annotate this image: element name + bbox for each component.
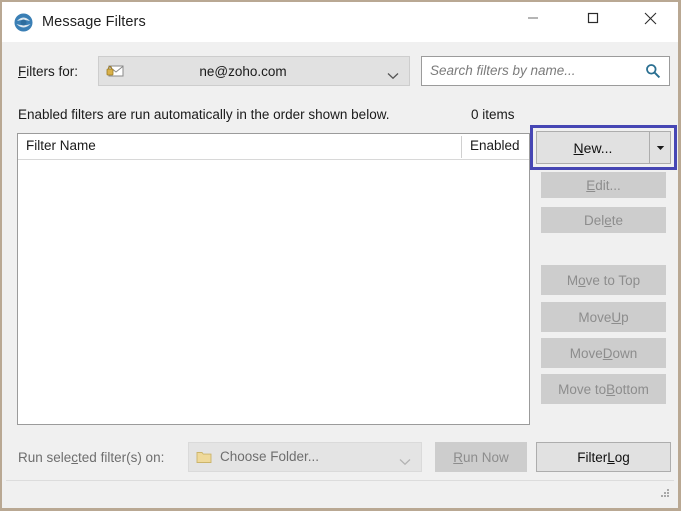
move-to-bottom-accel: B [606, 381, 616, 397]
filter-log-label-a: Filter [577, 449, 608, 465]
new-button[interactable]: New... [536, 131, 649, 164]
resize-grip[interactable] [658, 488, 670, 500]
move-up-accel: U [611, 309, 622, 325]
filters-for-rest: ilters for: [26, 64, 79, 79]
search-placeholder: Search filters by name... [430, 63, 576, 78]
move-to-top-button[interactable]: Mo ve to Top [541, 265, 666, 295]
chevron-down-icon [387, 68, 399, 83]
move-to-bottom-label-b: ottom [615, 381, 649, 397]
run-now-label: un Now [462, 449, 509, 465]
move-up-label-b: p [621, 309, 629, 325]
move-down-button[interactable]: Move Down [541, 338, 666, 368]
edit-button[interactable]: Edit... [541, 172, 666, 198]
folder-icon [196, 450, 212, 464]
close-button[interactable] [627, 2, 673, 34]
window-body: Message Filters Filters for: ne@zoho.com… [2, 2, 678, 508]
window-title: Message Filters [42, 14, 146, 30]
search-filters-input[interactable]: Search filters by name... [421, 56, 670, 86]
bottom-separator [6, 480, 674, 481]
move-down-accel: D [602, 345, 613, 361]
move-to-bottom-label-a: Move to [558, 381, 607, 397]
move-down-label-a: Move [569, 345, 603, 361]
move-to-top-accel: o [578, 272, 586, 288]
run-selected-filters-label: Run selected filter(s) on: [18, 450, 164, 465]
new-split-button[interactable]: New... [536, 131, 671, 164]
filter-log-label-b: og [614, 449, 630, 465]
filter-log-accel: L [607, 449, 615, 465]
choose-folder-select[interactable]: Choose Folder... [188, 442, 422, 472]
maximize-icon [587, 12, 599, 24]
delete-button-label-a: Del [583, 212, 605, 228]
delete-button-accel: e [604, 212, 612, 228]
column-divider [461, 136, 462, 158]
column-header-filter-name[interactable]: Filter Name [26, 138, 96, 153]
delete-button-label-b: te [611, 212, 624, 228]
filters-list-header: Filter Name Enabled [18, 134, 529, 160]
chevron-down-icon [399, 454, 411, 469]
account-select[interactable]: ne@zoho.com [98, 56, 410, 86]
move-up-button[interactable]: Move Up [541, 302, 666, 332]
thunderbird-icon [14, 13, 33, 32]
search-icon[interactable] [645, 63, 661, 82]
move-to-top-label-b: ve to Top [585, 272, 641, 288]
maximize-button[interactable] [570, 2, 616, 34]
filters-for-accel: F [18, 64, 27, 79]
new-button-accel: N [573, 139, 584, 156]
run-label-b: ted filter(s) on: [78, 450, 165, 465]
close-icon [644, 12, 656, 24]
delete-button[interactable]: Del e te [541, 207, 666, 233]
minimize-button[interactable] [510, 2, 556, 34]
move-down-label-b: own [612, 345, 638, 361]
filters-list[interactable]: Filter Name Enabled [17, 133, 530, 425]
run-now-button[interactable]: Run Now [435, 442, 527, 472]
title-bar: Message Filters [2, 2, 678, 42]
choose-folder-value: Choose Folder... [220, 449, 320, 464]
chevron-down-icon [656, 145, 664, 150]
new-button-label: ew... [583, 139, 613, 156]
info-text: Enabled filters are run automatically in… [18, 107, 390, 122]
move-up-label-a: Move [578, 309, 612, 325]
run-label-a: Run sele [18, 450, 72, 465]
run-now-accel: R [453, 449, 463, 465]
column-header-enabled[interactable]: Enabled [470, 138, 520, 153]
message-filters-window: Message Filters Filters for: ne@zoho.com… [0, 0, 681, 511]
filter-log-button[interactable]: Filter Log [536, 442, 671, 472]
edit-button-accel: E [586, 177, 596, 193]
filters-for-label: Filters for: [18, 64, 78, 79]
new-dropdown-button[interactable] [649, 131, 671, 164]
move-to-top-label-a: M [566, 272, 579, 288]
items-count: 0 items [471, 107, 515, 122]
minimize-icon [528, 17, 538, 19]
edit-button-label: dit... [595, 177, 621, 193]
move-to-bottom-button[interactable]: Move to Bottom [541, 374, 666, 404]
account-value: ne@zoho.com [199, 64, 287, 79]
